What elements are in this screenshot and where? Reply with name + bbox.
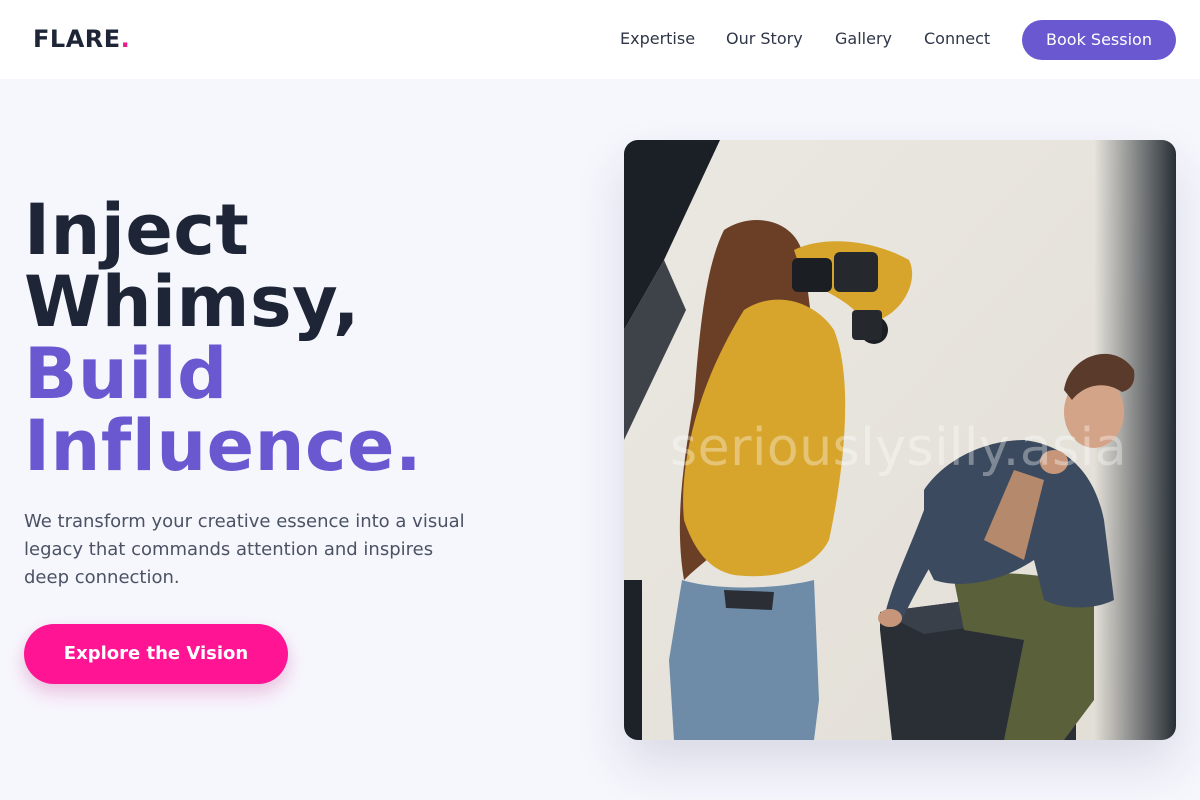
- hero-title: Inject Whimsy, Build Influence.: [24, 194, 422, 482]
- nav-link-connect[interactable]: Connect: [924, 28, 990, 50]
- main-nav: Expertise Our Story Gallery Connect: [0, 28, 1200, 52]
- hero-subtitle: We transform your creative essence into …: [24, 508, 484, 592]
- nav-link-our-story[interactable]: Our Story: [726, 28, 803, 50]
- hero-title-line: Whimsy,: [24, 261, 360, 343]
- nav-link-gallery[interactable]: Gallery: [835, 28, 892, 50]
- hero-photo: seriouslysilly.asia: [624, 140, 1176, 740]
- hero-subtitle-line: legacy that commands attention and inspi…: [24, 539, 434, 560]
- hero-subtitle-line: deep connection.: [24, 567, 180, 588]
- nav-link-expertise[interactable]: Expertise: [620, 28, 695, 50]
- hero-title-line: Inject: [24, 189, 250, 271]
- hero-title-accent-line: Influence.: [24, 405, 423, 487]
- explore-vision-button[interactable]: Explore the Vision: [24, 624, 288, 684]
- site-header: FLARE. Expertise Our Story Gallery Conne…: [0, 0, 1200, 79]
- hero-subtitle-line: We transform your creative essence into …: [24, 511, 465, 532]
- hero-title-accent-line: Build: [24, 333, 228, 415]
- photo-watermark: seriouslysilly.asia: [670, 418, 1128, 478]
- book-session-button[interactable]: Book Session: [1022, 20, 1176, 60]
